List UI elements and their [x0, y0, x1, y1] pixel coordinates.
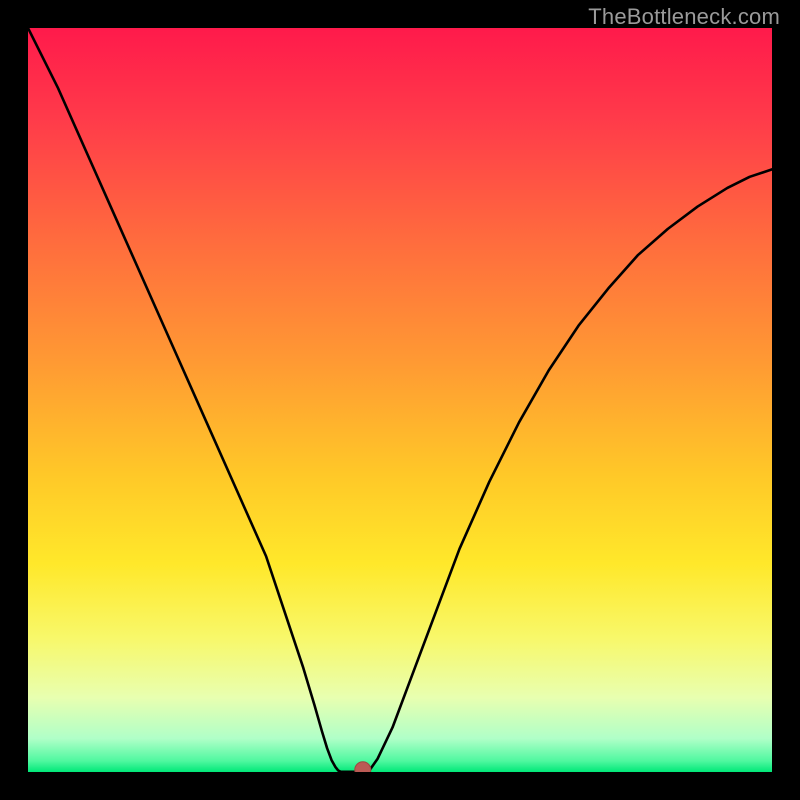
- plot-area: [28, 28, 772, 772]
- chart-frame: TheBottleneck.com: [0, 0, 800, 800]
- plot-svg: [28, 28, 772, 772]
- gradient-background: [28, 28, 772, 772]
- watermark-text: TheBottleneck.com: [588, 4, 780, 30]
